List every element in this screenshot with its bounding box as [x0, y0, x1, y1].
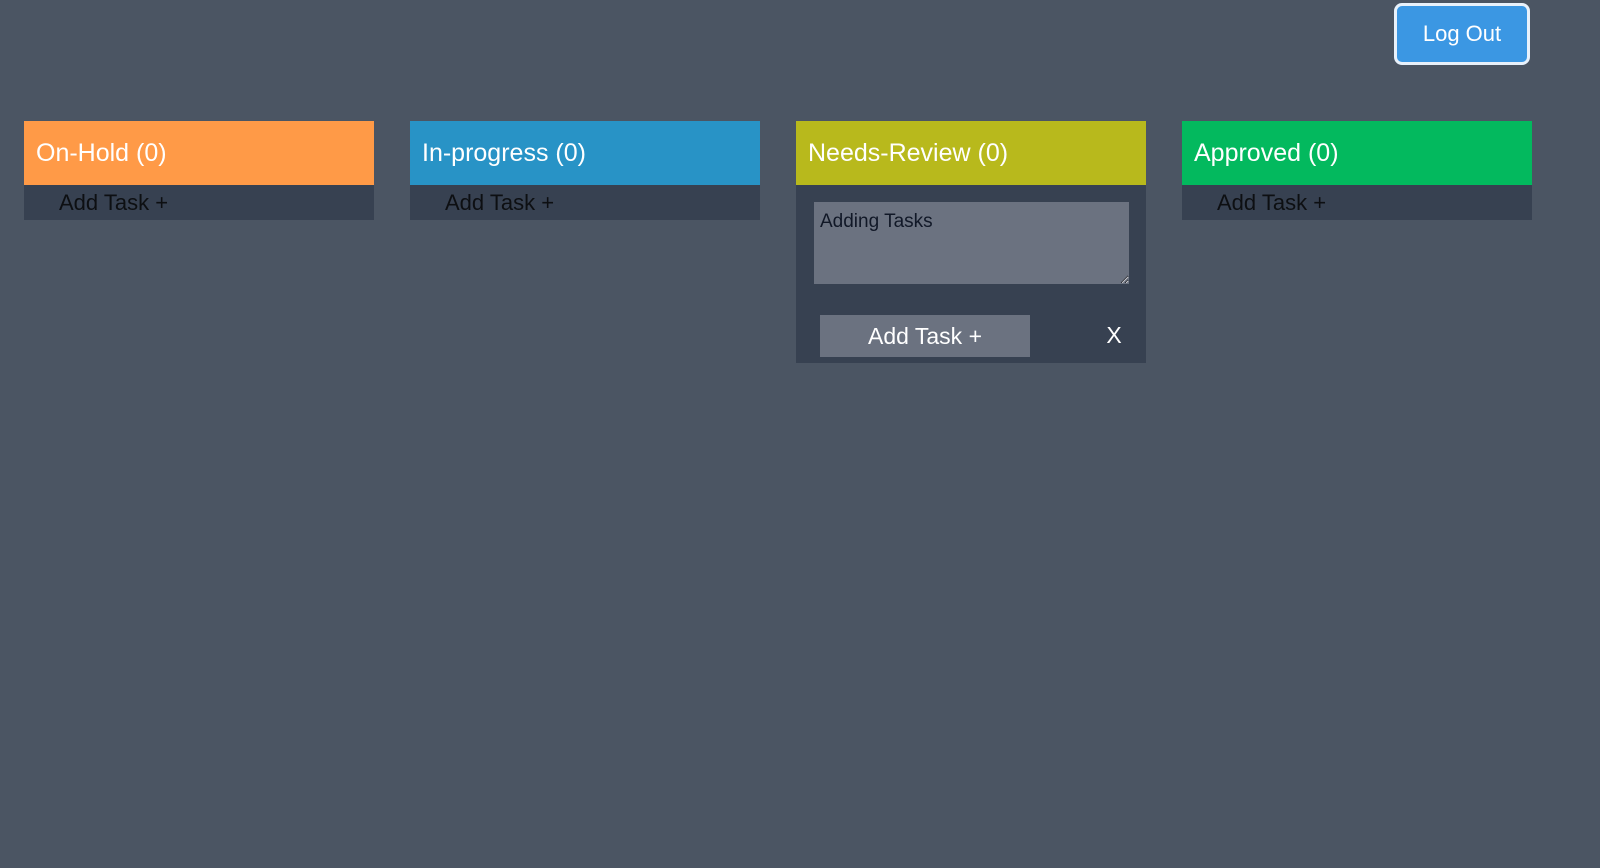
- add-task-button-approved[interactable]: Add Task +: [1182, 185, 1532, 220]
- column-header-on-hold: On-Hold (0): [24, 121, 374, 185]
- kanban-app: Log Out On-Hold (0) Add Task + In-progre…: [0, 0, 1600, 868]
- column-body: Add Task +: [24, 185, 374, 220]
- column-on-hold: On-Hold (0) Add Task +: [24, 121, 374, 220]
- add-task-button-on-hold[interactable]: Add Task +: [24, 185, 374, 220]
- task-editor: Add Task + X: [796, 185, 1146, 363]
- logout-button[interactable]: Log Out: [1394, 3, 1530, 65]
- column-title: Needs-Review (0): [808, 138, 1009, 167]
- column-header-approved: Approved (0): [1182, 121, 1532, 185]
- editor-actions: Add Task + X: [820, 315, 1130, 357]
- column-approved: Approved (0) Add Task +: [1182, 121, 1532, 220]
- column-title: On-Hold (0): [36, 138, 167, 167]
- column-in-progress: In-progress (0) Add Task +: [410, 121, 760, 220]
- close-editor-button[interactable]: X: [1102, 317, 1126, 353]
- column-header-needs-review: Needs-Review (0): [796, 121, 1146, 185]
- column-title: In-progress (0): [422, 138, 586, 167]
- column-needs-review: Needs-Review (0) Add Task + X: [796, 121, 1146, 363]
- column-body: Add Task +: [410, 185, 760, 220]
- column-header-in-progress: In-progress (0): [410, 121, 760, 185]
- add-task-submit-button[interactable]: Add Task +: [820, 315, 1030, 357]
- add-task-button-in-progress[interactable]: Add Task +: [410, 185, 760, 220]
- column-body: Add Task +: [1182, 185, 1532, 220]
- column-title: Approved (0): [1194, 138, 1339, 167]
- task-text-input[interactable]: [814, 202, 1129, 284]
